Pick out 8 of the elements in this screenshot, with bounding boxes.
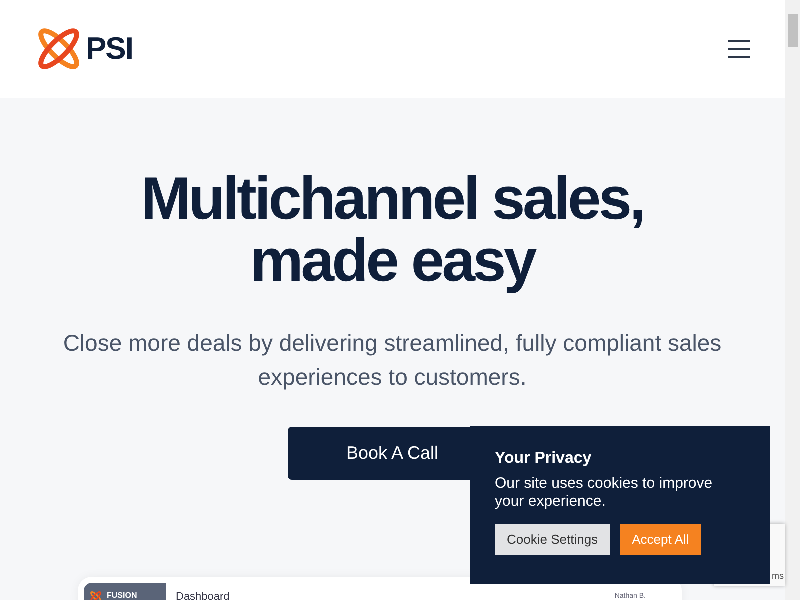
cookie-title: Your Privacy xyxy=(495,450,593,468)
logo-text: PSI xyxy=(86,31,133,67)
cookie-message: Our site uses cookies to improve your experience. xyxy=(495,475,714,511)
preview-brand: FUSION xyxy=(107,591,138,600)
recaptcha-text: ms xyxy=(772,571,784,581)
hero-subtitle: Close more deals by delivering streamlined, fully compliant sales experiences to customers. xyxy=(62,329,723,392)
preview-page-title: Dashboard xyxy=(176,591,230,600)
hero-title: Multichannel sales, made easy xyxy=(141,168,644,292)
